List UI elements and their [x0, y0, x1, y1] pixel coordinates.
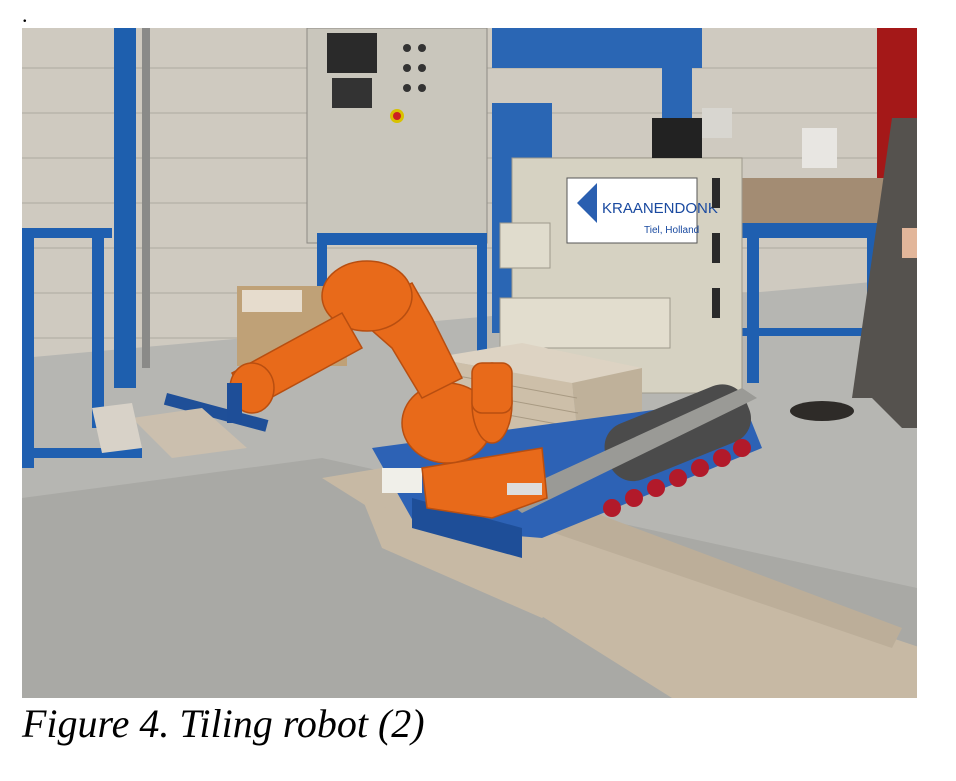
figure-photo: KRAANENDONK Tiel, Holland: [22, 28, 917, 698]
blue-column: [114, 28, 136, 388]
figure-caption: Figure 4. Tiling robot (2): [22, 701, 425, 746]
machine-sign-sub: Tiel, Holland: [644, 225, 699, 236]
leading-mark: .: [22, 2, 28, 27]
machine-sign: KRAANENDONK: [602, 200, 718, 217]
